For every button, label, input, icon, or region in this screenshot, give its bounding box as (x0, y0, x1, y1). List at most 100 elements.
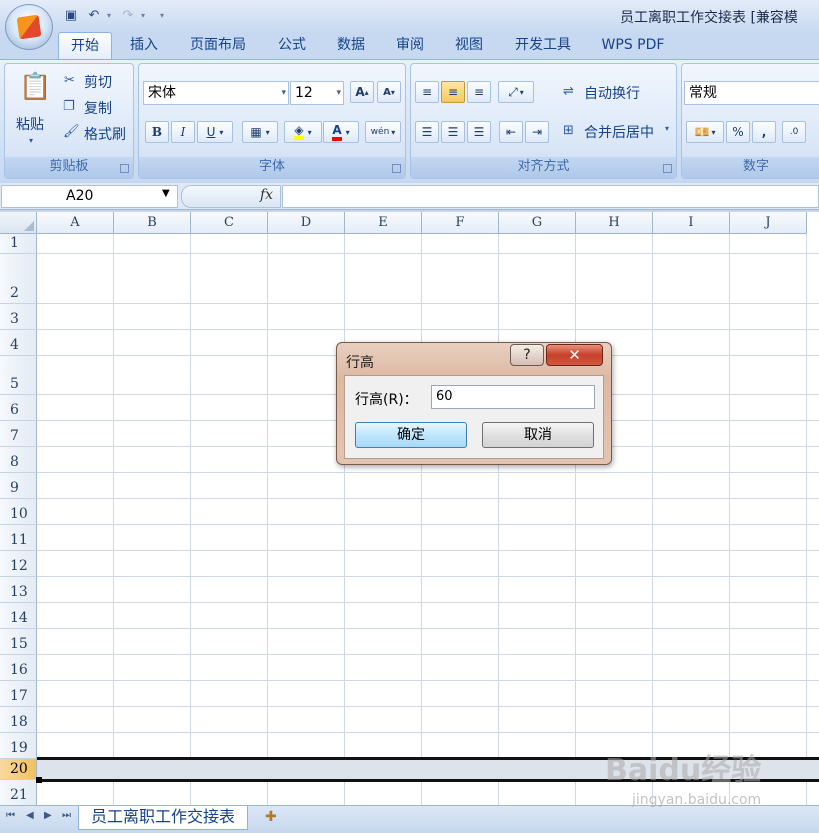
font-color-button[interactable]: A ▾ (323, 121, 359, 143)
wrap-text-button[interactable]: 自动换行 (584, 83, 640, 103)
new-sheet-icon[interactable]: ✚ (265, 809, 277, 825)
insert-function-icon[interactable]: fx (260, 187, 273, 203)
column-header-e[interactable]: E (345, 212, 422, 234)
row-header-9[interactable]: 9 (0, 473, 37, 499)
phonetic-button[interactable]: wén ▾ (365, 121, 401, 143)
save-icon[interactable]: ▣ (61, 5, 81, 25)
tab-wps-pdf[interactable]: WPS PDF (593, 32, 673, 59)
redo-dropdown-icon[interactable]: ▾ (141, 11, 149, 20)
tab-developer[interactable]: 开发工具 (505, 32, 581, 59)
cut-icon[interactable]: ✂ (64, 73, 75, 88)
font-name-select[interactable]: 宋体 ▾ (143, 81, 289, 105)
name-box[interactable]: A20 (1, 185, 178, 208)
row-header-4[interactable]: 4 (0, 330, 37, 356)
fill-color-button[interactable]: ◈ ▾ (284, 121, 322, 143)
align-left-button[interactable]: ☰ (415, 121, 439, 143)
paste-dropdown-icon[interactable]: ▾ (29, 136, 33, 145)
increase-indent-button[interactable]: ⇥ (525, 121, 549, 143)
merge-center-button[interactable]: 合并后居中 (584, 122, 654, 142)
column-header-g[interactable]: G (499, 212, 576, 234)
chevron-down-icon[interactable]: ▼ (162, 188, 170, 199)
office-button[interactable] (5, 4, 53, 50)
orientation-button[interactable]: ⤢ ▾ (498, 81, 534, 103)
borders-button[interactable]: ▦ ▾ (242, 121, 278, 143)
paste-icon[interactable]: 📋 (19, 72, 51, 102)
align-bottom-button[interactable]: ≡ (467, 81, 491, 103)
row-header-18[interactable]: 18 (0, 707, 37, 733)
row-header-21[interactable]: 21 (0, 780, 37, 805)
row-header-19[interactable]: 19 (0, 733, 37, 759)
merge-dropdown-icon[interactable]: ▾ (665, 124, 669, 133)
row-header-13[interactable]: 13 (0, 577, 37, 603)
row-header-3[interactable]: 3 (0, 304, 37, 330)
column-header-f[interactable]: F (422, 212, 499, 234)
number-format-select[interactable]: 常规 (684, 81, 819, 105)
grow-font-button[interactable]: A ▴ (350, 81, 374, 103)
italic-button[interactable]: I (171, 121, 195, 143)
row-height-input[interactable]: 60 (431, 385, 595, 409)
font-size-select[interactable]: 12 ▾ (290, 81, 344, 105)
undo-dropdown-icon[interactable]: ▾ (107, 11, 115, 20)
align-top-button[interactable]: ≡ (415, 81, 439, 103)
select-all-button[interactable] (0, 212, 37, 234)
percent-button[interactable]: % (726, 121, 750, 143)
decrease-indent-button[interactable]: ⇤ (499, 121, 523, 143)
column-header-j[interactable]: J (730, 212, 807, 234)
row-header-17[interactable]: 17 (0, 681, 37, 707)
underline-button[interactable]: U ▾ (197, 121, 233, 143)
spreadsheet-grid[interactable]: ABCDEFGHIJ 1 2 3 4 5 6 7 8 9 10 11 12 13 14 15 16 17 18 19… (0, 212, 819, 805)
last-sheet-icon[interactable]: ⏭ (62, 810, 71, 821)
row-header-12[interactable]: 12 (0, 551, 37, 577)
wrap-text-icon[interactable]: ⇌ (563, 84, 574, 99)
row-header-20[interactable]: 20 (0, 759, 37, 780)
column-header-d[interactable]: D (268, 212, 345, 234)
undo-icon[interactable]: ↶ (84, 5, 104, 25)
ok-button[interactable]: 确定 (355, 422, 467, 448)
cut-button[interactable]: 剪切 (84, 72, 112, 92)
column-header-b[interactable]: B (114, 212, 191, 234)
shrink-font-button[interactable]: A ▾ (377, 81, 401, 103)
first-sheet-icon[interactable]: ⏮ (6, 810, 15, 821)
help-button[interactable]: ? (510, 344, 544, 366)
row-header-16[interactable]: 16 (0, 655, 37, 681)
tab-review[interactable]: 审阅 (386, 32, 434, 59)
row-header-11[interactable]: 11 (0, 525, 37, 551)
redo-icon[interactable]: ↷ (118, 5, 138, 25)
format-painter-icon[interactable]: 🖌 (63, 124, 80, 139)
customize-qat-icon[interactable]: ▾ (160, 11, 168, 20)
prev-sheet-icon[interactable]: ◀ (26, 810, 34, 821)
sheet-tab-active[interactable]: 员工离职工作交接表 (78, 806, 249, 830)
merge-center-icon[interactable]: ⊞ (563, 123, 574, 138)
alignment-launcher-icon[interactable] (663, 164, 672, 173)
copy-icon[interactable]: ❐ (63, 99, 75, 114)
align-center-button[interactable]: ☰ (441, 121, 465, 143)
row-header-8[interactable]: 8 (0, 447, 37, 473)
row-header-1[interactable]: 1 (0, 234, 37, 254)
bold-button[interactable]: B (145, 121, 169, 143)
row-header-15[interactable]: 15 (0, 629, 37, 655)
comma-button[interactable]: , (752, 121, 776, 143)
tab-formulas[interactable]: 公式 (268, 32, 316, 59)
column-header-c[interactable]: C (191, 212, 268, 234)
column-header-i[interactable]: I (653, 212, 730, 234)
column-header-a[interactable]: A (37, 212, 114, 234)
clipboard-launcher-icon[interactable] (120, 164, 129, 173)
row-header-6[interactable]: 6 (0, 395, 37, 421)
paste-button[interactable]: 粘贴 (16, 114, 44, 134)
cancel-button[interactable]: 取消 (482, 422, 594, 448)
increase-decimal-button[interactable]: .0 (782, 121, 806, 143)
font-launcher-icon[interactable] (392, 164, 401, 173)
align-right-button[interactable]: ☰ (467, 121, 491, 143)
next-sheet-icon[interactable]: ▶ (44, 810, 52, 821)
tab-page-layout[interactable]: 页面布局 (180, 32, 256, 59)
close-button[interactable]: ✕ (546, 344, 603, 366)
row-header-14[interactable]: 14 (0, 603, 37, 629)
tab-home[interactable]: 开始 (58, 32, 112, 59)
copy-button[interactable]: 复制 (84, 98, 112, 118)
row-header-5[interactable]: 5 (0, 356, 37, 395)
currency-button[interactable]: 💴 ▾ (686, 121, 724, 143)
tab-insert[interactable]: 插入 (120, 32, 168, 59)
align-middle-button[interactable]: ≡ (441, 81, 465, 103)
formula-input[interactable] (282, 185, 819, 208)
row-header-10[interactable]: 10 (0, 499, 37, 525)
